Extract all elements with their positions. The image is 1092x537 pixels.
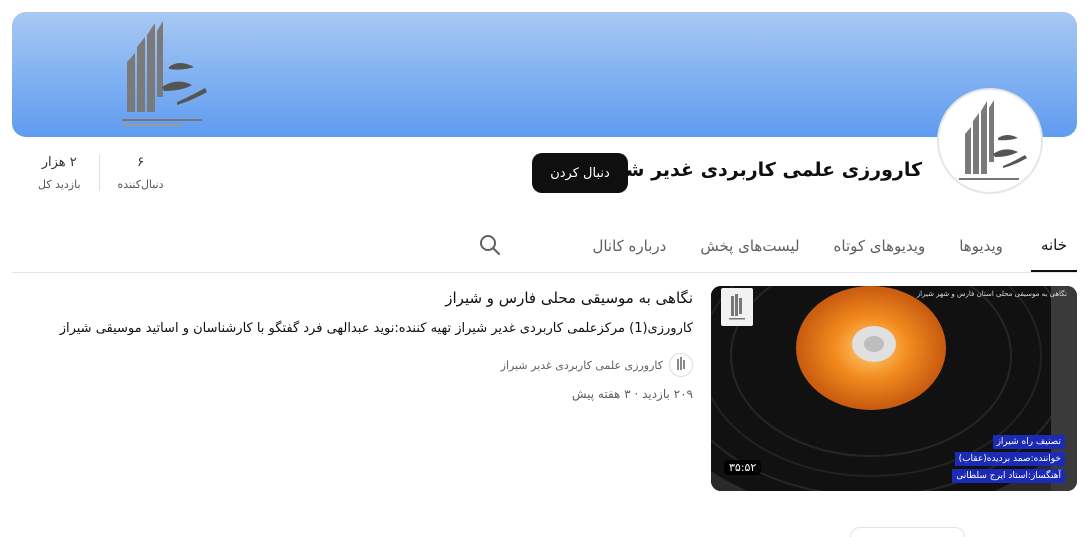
channel-logo-icon xyxy=(959,100,1027,180)
video-channel-row[interactable]: کارورزی علمی کاربردی غدیر شیراز xyxy=(501,353,693,377)
stat-value: ۶ xyxy=(137,155,145,170)
stat-total-views: ۲ هزار بازدید کل xyxy=(20,155,99,191)
tab-playlists[interactable]: لیست‌های پخش xyxy=(700,220,799,272)
video-duration-badge: ۳۵:۵۲ xyxy=(724,460,762,475)
channel-logo-icon xyxy=(677,357,685,370)
partial-chip xyxy=(850,527,965,537)
thumbnail-caption: نگاهی به موسیقی محلی استان فارس و شهر شی… xyxy=(916,290,1067,298)
search-icon[interactable] xyxy=(478,233,502,257)
tab-about[interactable]: درباره کانال xyxy=(592,220,666,272)
credit-line: تصنیف راه شیراز xyxy=(992,435,1065,449)
video-title[interactable]: نگاهی به موسیقی محلی فارس و شیراز xyxy=(445,289,693,307)
channel-tabs: خانه ویدیوها ویدیوهای کوتاه لیست‌های پخش… xyxy=(480,220,1077,272)
thumbnail-logo-icon xyxy=(721,288,753,326)
tab-shorts[interactable]: ویدیوهای کوتاه xyxy=(834,220,926,272)
channel-mini-avatar[interactable] xyxy=(669,353,693,377)
thumbnail-credits: تصنیف راه شیراز خواننده:صمد بردیده(عقاب)… xyxy=(952,432,1065,483)
credit-line: آهنگساز:استاد ایرج سلطانی xyxy=(952,469,1065,483)
follow-button[interactable]: دنبال کردن xyxy=(532,153,628,193)
credit-line: خواننده:صمد بردیده(عقاب) xyxy=(954,452,1065,466)
channel-avatar[interactable] xyxy=(937,88,1043,194)
video-channel-name[interactable]: کارورزی علمی کاربردی غدیر شیراز xyxy=(501,359,663,372)
video-meta: ۲۰۹ بازدید · ۳ هفته پیش xyxy=(571,387,693,401)
stat-value: ۲ هزار xyxy=(41,155,77,170)
banner-logo-icon xyxy=(122,21,207,126)
stat-followers: ۶ دنبال‌کننده xyxy=(98,155,182,191)
video-description: کارورزی(1) مرکزعلمی کاربردی غدیر شیراز ت… xyxy=(59,321,693,336)
tabs-divider xyxy=(12,272,1077,273)
channel-title: کارورزی علمی کاربردی غدیر شیراز xyxy=(588,159,922,181)
stat-label: دنبال‌کننده xyxy=(117,178,164,191)
channel-stats: ۲ هزار بازدید کل ۶ دنبال‌کننده xyxy=(20,155,182,191)
tab-videos[interactable]: ویدیوها xyxy=(959,220,1003,272)
stat-label: بازدید کل xyxy=(38,178,81,191)
channel-banner xyxy=(12,12,1077,137)
tab-home[interactable]: خانه xyxy=(1030,220,1077,272)
video-thumbnail[interactable]: نگاهی به موسیقی محلی استان فارس و شهر شی… xyxy=(711,286,1077,491)
